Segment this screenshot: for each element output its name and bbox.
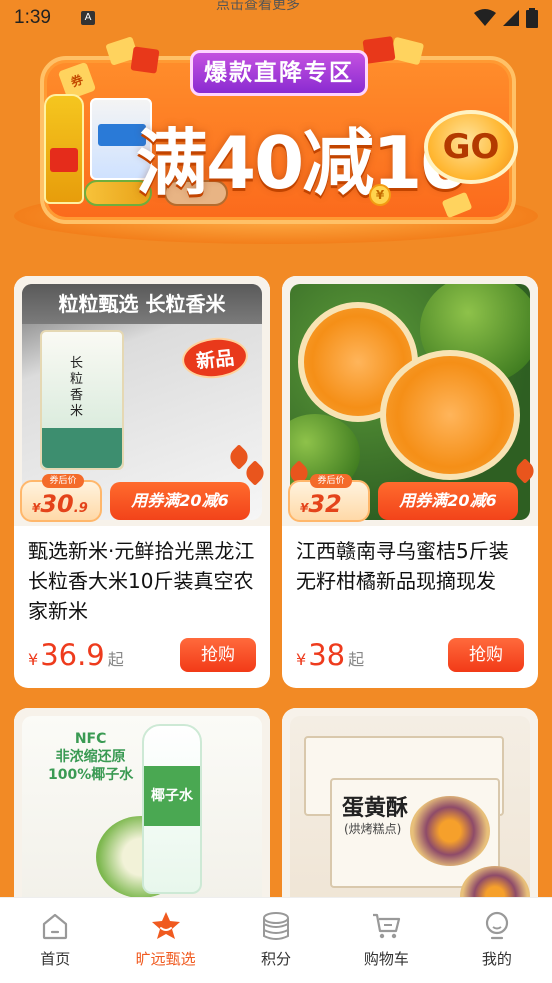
banner-tag: 爆款直降专区 [190, 50, 368, 96]
signal-icon [503, 10, 519, 26]
battery-icon [526, 8, 538, 28]
rice-package: 长粒香米 [40, 330, 124, 470]
orange-half [380, 350, 520, 480]
status-indicators [474, 8, 538, 28]
status-bar: 点击查看更多 1:39 A [0, 0, 552, 36]
price: ¥ 38 起 [296, 638, 365, 672]
promo-banner[interactable]: 券 爆款直降专区 满40减10 GO ¥ [14, 36, 538, 248]
bottle-image: 椰子水 [142, 724, 202, 894]
home-icon [39, 910, 71, 942]
tab-label: 我的 [481, 950, 512, 968]
after-coupon-price: 券后价 ¥30.9 [20, 474, 102, 522]
tab-selection[interactable]: 旷远甄选 [110, 898, 220, 983]
image-caption: NFC 非浓缩还原 100%椰子水 [48, 731, 134, 783]
cart-icon [370, 910, 402, 942]
product-image[interactable]: 粒粒甄选 长粒香米 长粒香米 新品 券后价 ¥30.9 用券满20减6 [14, 276, 270, 526]
promo-strip: 券后价 ¥32 用券满20减6 [282, 474, 522, 526]
tab-label: 旷远甄选 [135, 950, 196, 968]
coupon-rule: 用券满20减6 [110, 482, 250, 520]
product-title[interactable]: 甄选新米·元鲜拾光黑龙江长粒香大米10斤装真空农家新米 [28, 536, 256, 626]
tab-label: 积分 [261, 950, 292, 968]
bottom-tab-bar: 首页 旷远甄选 积分 购物车 我的 [0, 897, 552, 983]
coupon-rule: 用券满20减6 [378, 482, 518, 520]
tab-home[interactable]: 首页 [0, 898, 110, 983]
star-icon [150, 910, 182, 942]
banner-headline: 满40减10 [136, 121, 470, 205]
red-envelope-decoration [130, 46, 160, 74]
wifi-icon [474, 9, 496, 26]
go-button[interactable]: GO [424, 110, 518, 184]
pastry-image [410, 796, 490, 866]
price: ¥ 36.9 起 [28, 638, 124, 672]
product-title[interactable]: 江西赣南寻乌蜜桔5斤装无籽柑橘新品现摘现发 [296, 536, 524, 626]
app-notification-icon: A [80, 11, 95, 25]
tab-points[interactable]: 积分 [221, 898, 331, 983]
new-badge: 新品 [180, 334, 250, 382]
oil-bottle-image [44, 94, 84, 204]
coin-decoration: ¥ [369, 184, 391, 206]
image-caption: 粒粒甄选 长粒香米 [22, 284, 262, 324]
status-time: 1:39 [14, 7, 51, 28]
tab-cart[interactable]: 购物车 [331, 898, 441, 983]
promo-strip: 券后价 ¥30.9 用券满20减6 [14, 474, 254, 526]
tab-label: 首页 [40, 950, 71, 968]
status-notch-text: 点击查看更多 [216, 0, 300, 13]
tab-label: 购物车 [363, 950, 409, 968]
buy-button[interactable]: 抢购 [448, 638, 524, 672]
after-coupon-price: 券后价 ¥32 [288, 474, 370, 522]
product-card[interactable]: 粒粒甄选 长粒香米 长粒香米 新品 券后价 ¥30.9 用券满20减6 甄选新米… [14, 276, 270, 688]
tab-profile[interactable]: 我的 [442, 898, 552, 983]
coins-icon [260, 910, 292, 942]
product-image[interactable]: 券后价 ¥32 用券满20减6 [282, 276, 538, 526]
product-card[interactable]: 券后价 ¥32 用券满20减6 江西赣南寻乌蜜桔5斤装无籽柑橘新品现摘现发 ¥ … [282, 276, 538, 688]
buy-button[interactable]: 抢购 [180, 638, 256, 672]
profile-icon [481, 910, 513, 942]
